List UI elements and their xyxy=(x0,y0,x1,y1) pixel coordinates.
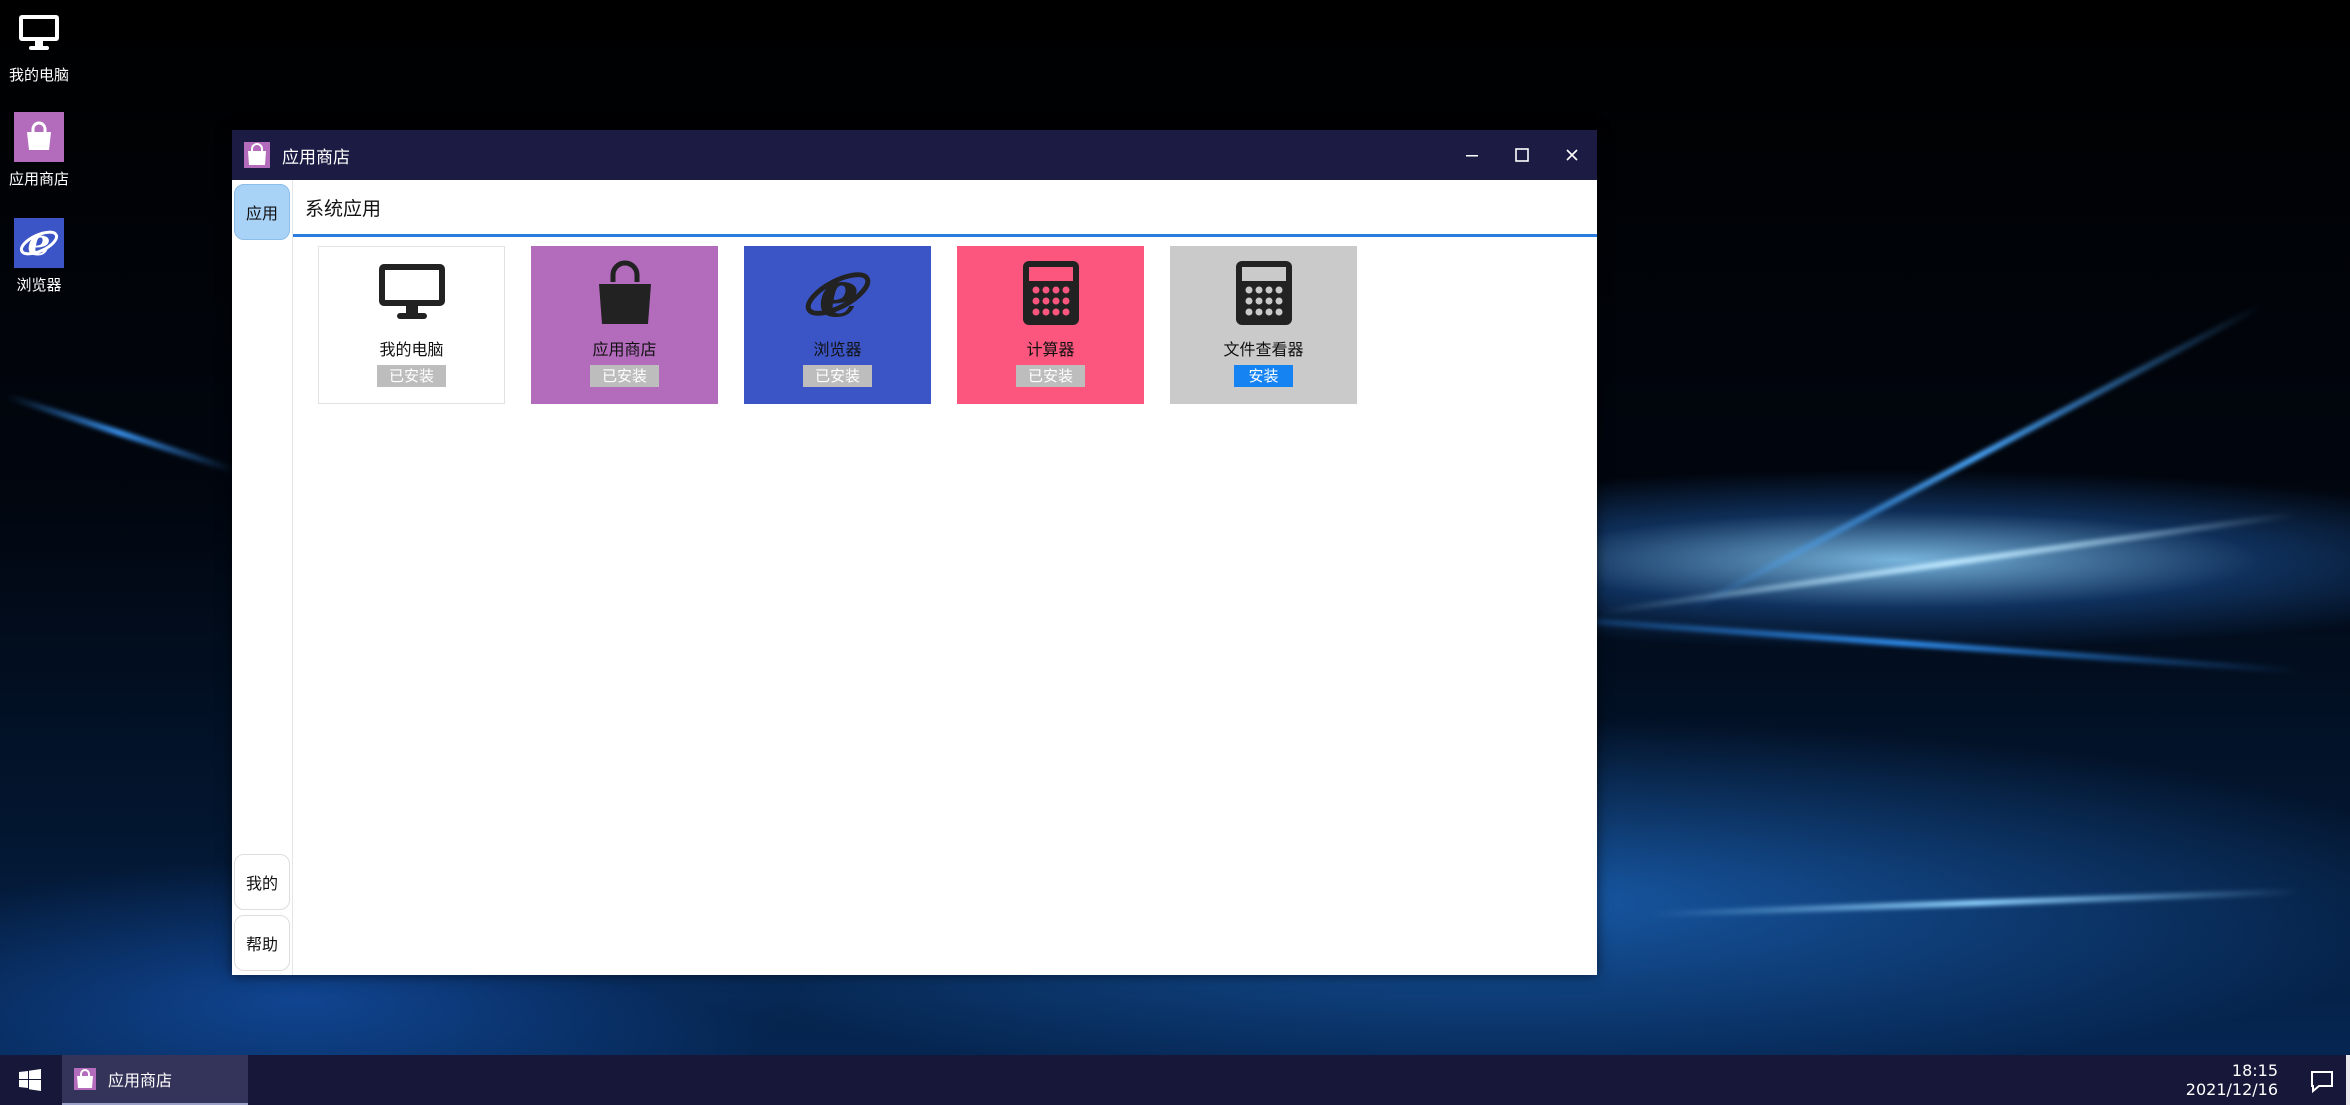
sidebar-item-help[interactable]: 帮助 xyxy=(234,915,290,971)
minimize-icon xyxy=(1466,155,1478,157)
calculator-icon xyxy=(1022,260,1080,326)
title-bar[interactable]: 应用商店 xyxy=(232,130,1597,180)
maximize-icon xyxy=(1515,148,1529,162)
app-name: 文件查看器 xyxy=(1223,340,1304,359)
taskbar-app-label: 应用商店 xyxy=(108,1071,173,1090)
section-title: 系统应用 xyxy=(293,180,1597,237)
ie-browser-icon: e xyxy=(14,218,64,268)
desktop-icon-label: 应用商店 xyxy=(8,170,69,188)
installed-badge: 已安装 xyxy=(376,365,446,387)
app-name: 浏览器 xyxy=(813,340,862,359)
app-grid: 我的电脑 已安装 应用商店 已安装 e 浏览器 已安装 计算器 已安装 文件查看… xyxy=(318,246,1357,404)
shopping-bag-icon xyxy=(593,260,657,326)
minimize-button[interactable] xyxy=(1447,130,1497,180)
desktop-icon-label: 浏览器 xyxy=(16,276,62,294)
desktop-icon-app-store[interactable]: 应用商店 xyxy=(0,112,78,189)
app-tile-browser[interactable]: e 浏览器 已安装 xyxy=(744,246,931,404)
taskbar: 应用商店 18:15 2021/12/16 xyxy=(0,1055,2350,1105)
ie-browser-icon: e xyxy=(803,260,873,326)
clock-date: 2021/12/16 xyxy=(2185,1080,2278,1099)
taskbar-app-store[interactable]: 应用商店 xyxy=(62,1055,248,1105)
wallpaper-streak xyxy=(1500,612,2300,674)
app-name: 计算器 xyxy=(1026,340,1075,359)
svg-text:e: e xyxy=(28,223,51,263)
maximize-button[interactable] xyxy=(1497,130,1547,180)
monitor-icon xyxy=(377,260,447,326)
app-tile-app-store[interactable]: 应用商店 已安装 xyxy=(531,246,718,404)
sidebar: 应用 我的 帮助 xyxy=(232,180,293,975)
svg-text:e: e xyxy=(818,260,859,326)
wallpaper-streak xyxy=(1686,302,2264,614)
app-store-window: 应用商店 应用 我的 帮助 系统应用 我的电脑 已安装 应用商店 已安装 e 浏… xyxy=(232,130,1597,975)
sidebar-item-mine[interactable]: 我的 xyxy=(234,854,290,910)
install-button[interactable]: 安装 xyxy=(1234,365,1293,387)
chat-bubble-icon xyxy=(2311,1071,2333,1094)
windows-logo-icon xyxy=(19,1069,41,1091)
desktop-icon-browser[interactable]: e 浏览器 xyxy=(0,218,78,295)
notification-button[interactable] xyxy=(2308,1067,2336,1095)
shopping-bag-icon xyxy=(74,1068,96,1090)
close-icon xyxy=(1566,149,1578,161)
sidebar-item-apps[interactable]: 应用 xyxy=(234,184,290,240)
system-clock[interactable]: 18:15 2021/12/16 xyxy=(2186,1061,2278,1099)
app-tile-file-viewer[interactable]: 文件查看器 安装 xyxy=(1170,246,1357,404)
app-tile-my-computer[interactable]: 我的电脑 已安装 xyxy=(318,246,505,404)
shopping-bag-icon xyxy=(14,112,64,162)
start-button[interactable] xyxy=(0,1055,60,1105)
installed-badge: 已安装 xyxy=(589,365,659,387)
monitor-icon xyxy=(14,8,64,58)
main-content: 系统应用 我的电脑 已安装 应用商店 已安装 e 浏览器 已安装 计算器 已安装… xyxy=(293,180,1597,975)
clock-time: 18:15 xyxy=(2231,1061,2278,1080)
close-button[interactable] xyxy=(1547,130,1597,180)
desktop-icon-label: 我的电脑 xyxy=(8,66,69,84)
window-title: 应用商店 xyxy=(282,147,350,168)
installed-badge: 已安装 xyxy=(1015,365,1085,387)
show-desktop-button[interactable] xyxy=(2346,1055,2350,1105)
wallpaper-streak xyxy=(4,393,236,473)
app-name: 应用商店 xyxy=(592,340,657,359)
shopping-bag-icon xyxy=(244,142,270,168)
app-tile-calculator[interactable]: 计算器 已安装 xyxy=(957,246,1144,404)
app-name: 我的电脑 xyxy=(379,340,444,359)
wallpaper-streak xyxy=(1650,888,2300,918)
desktop-icon-my-computer[interactable]: 我的电脑 xyxy=(0,8,78,85)
calculator-icon xyxy=(1235,260,1293,326)
installed-badge: 已安装 xyxy=(802,365,872,387)
